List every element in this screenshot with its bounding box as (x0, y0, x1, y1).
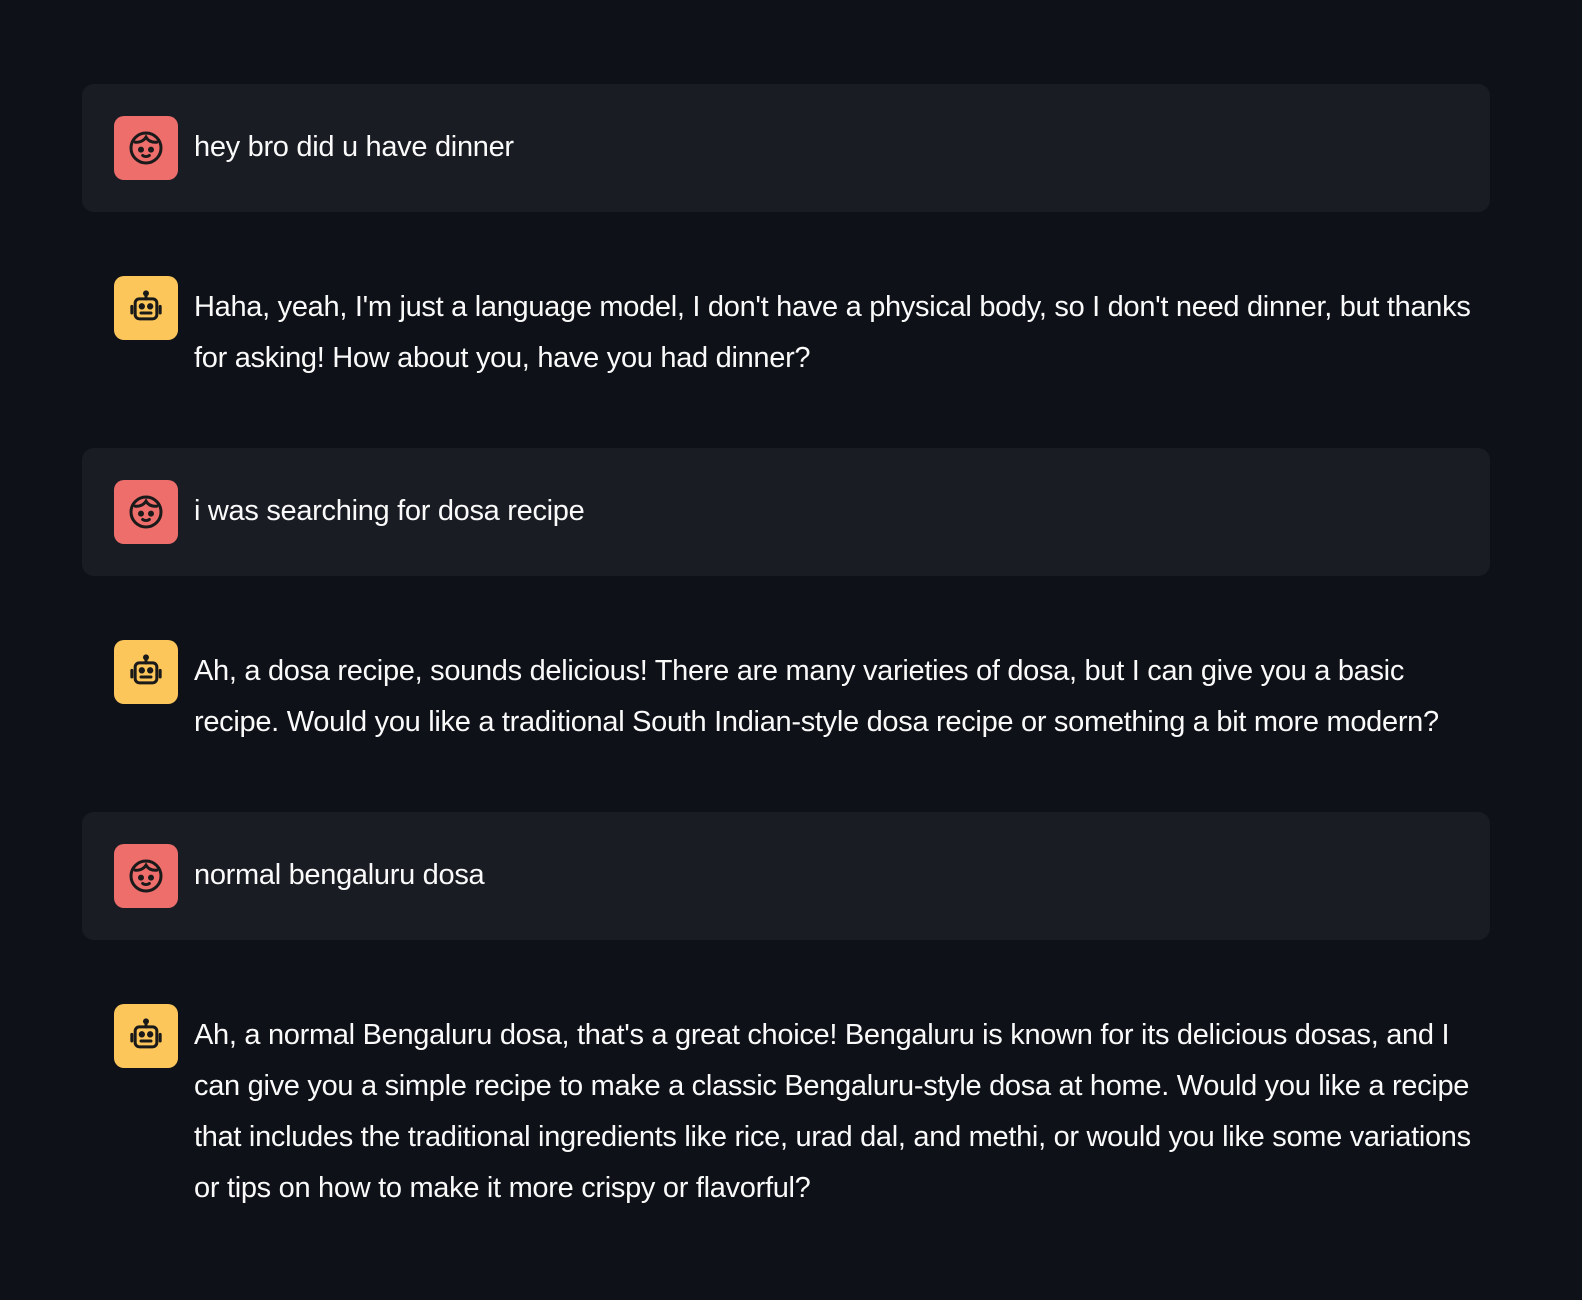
user-message: hey bro did u have dinner (82, 84, 1490, 212)
robot-icon (130, 290, 162, 321)
message-text: Haha, yeah, I'm just a language model, I… (194, 291, 1471, 374)
face-icon (129, 495, 163, 529)
face-icon (129, 131, 163, 165)
message-text: i was searching for dosa recipe (194, 495, 585, 527)
chat-container: hey bro did u have dinner Haha, yeah, I'… (82, 84, 1490, 1278)
user-avatar (114, 480, 178, 544)
message-text: normal bengaluru dosa (194, 859, 485, 891)
user-avatar (114, 116, 178, 180)
assistant-avatar (114, 640, 178, 704)
message-text: Ah, a dosa recipe, sounds delicious! The… (194, 655, 1439, 738)
message-text: Ah, a normal Bengaluru dosa, that's a gr… (194, 1019, 1471, 1204)
assistant-avatar (114, 276, 178, 340)
face-icon (129, 859, 163, 893)
assistant-message: Ah, a normal Bengaluru dosa, that's a gr… (82, 972, 1490, 1246)
assistant-message: Haha, yeah, I'm just a language model, I… (82, 244, 1490, 416)
robot-icon (130, 1018, 162, 1049)
user-avatar (114, 844, 178, 908)
user-message: i was searching for dosa recipe (82, 448, 1490, 576)
assistant-message: Ah, a dosa recipe, sounds delicious! The… (82, 608, 1490, 780)
message-text: hey bro did u have dinner (194, 131, 514, 163)
robot-icon (130, 654, 162, 685)
assistant-avatar (114, 1004, 178, 1068)
user-message: normal bengaluru dosa (82, 812, 1490, 940)
